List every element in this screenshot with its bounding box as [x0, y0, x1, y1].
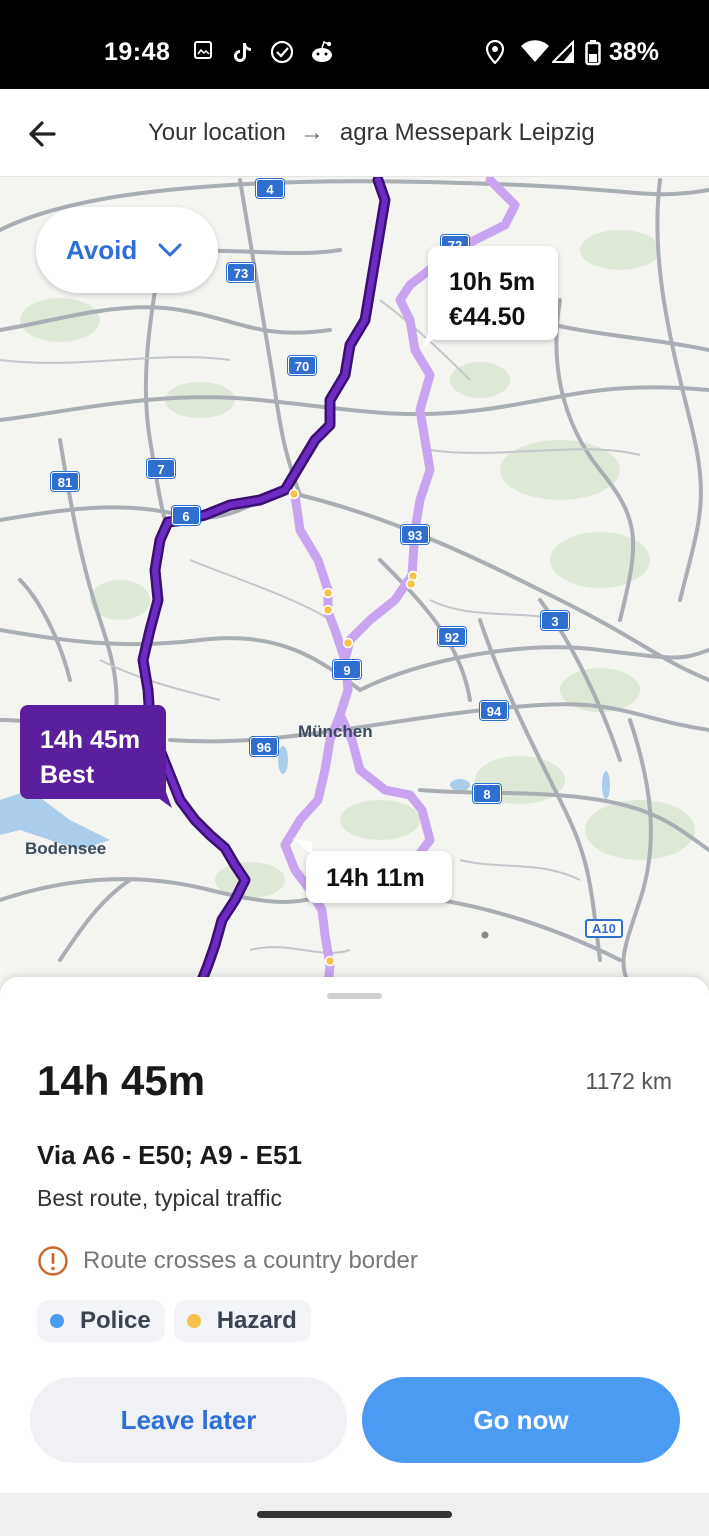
police-dot-icon	[50, 1314, 64, 1328]
route-header: Your location → agra Messepark Leipzig	[0, 89, 709, 177]
route-price: €44.50	[449, 303, 526, 331]
route-bubble-best[interactable]: 14h 45m Best	[20, 705, 166, 799]
warning-text: Route crosses a country border	[83, 1247, 418, 1274]
route-subtitle: Best route, typical traffic	[37, 1185, 283, 1211]
route-tag: Best	[40, 761, 95, 789]
avoid-label: Avoid	[66, 234, 138, 265]
road-shield: A10	[585, 919, 623, 938]
road-shield: 73	[227, 263, 255, 282]
route-time: 14h 45m	[40, 726, 141, 754]
status-time: 19:48	[104, 38, 171, 66]
gallery-icon	[194, 41, 212, 59]
chip-label: Hazard	[216, 1307, 297, 1334]
chevron-down-icon	[158, 243, 182, 257]
destination-label: agra Messepark Leipzig	[339, 119, 595, 146]
signal-icon	[552, 40, 574, 63]
warning-icon	[38, 1246, 68, 1276]
origin-label: Your location	[148, 119, 286, 146]
road-shield: 96	[250, 737, 278, 756]
route-via: Via A6 - E50; A9 - E51	[37, 1140, 302, 1170]
chip-hazard[interactable]: Hazard	[173, 1300, 311, 1342]
road-shield: 4	[256, 179, 284, 198]
check-circle-icon	[270, 40, 294, 64]
home-gesture-handle[interactable]	[257, 1511, 452, 1518]
tiktok-icon	[234, 43, 251, 62]
route-distance: 1172 km	[585, 1068, 672, 1094]
battery-icon	[585, 40, 601, 66]
route-bubble-alt-toll[interactable]: 10h 5m €44.50	[428, 246, 558, 340]
route-duration: 14h 45m	[37, 1057, 206, 1104]
route-bubble-alt[interactable]: 14h 11m	[306, 851, 452, 903]
route-details-sheet: 14h 45m 1172 km Via A6 - E50; A9 - E51 B…	[0, 977, 709, 1493]
road-shield: 7	[147, 459, 175, 478]
arrow-right-icon: →	[299, 119, 324, 146]
hazard-dot-icon	[186, 1314, 201, 1328]
road-shield: 8	[473, 784, 501, 803]
road-shield: 81	[51, 472, 79, 491]
bubble-pointer	[422, 333, 440, 349]
road-shield: 92	[438, 627, 466, 646]
road-shield: 3	[541, 611, 569, 630]
status-bar: 19:48 38%	[0, 0, 709, 89]
route-time: 14h 11m	[326, 864, 425, 892]
city-label: München	[298, 722, 373, 741]
road-shield: 94	[480, 701, 508, 720]
chip-police[interactable]: Police	[37, 1300, 165, 1342]
route-title[interactable]: Your location → agra Messepark Leipzig	[148, 119, 595, 147]
wifi-icon	[521, 40, 549, 62]
location-icon	[485, 40, 505, 64]
incident-chips: Police Hazard	[37, 1300, 311, 1342]
back-arrow-icon[interactable]	[22, 113, 64, 155]
lake-label: Bodensee	[25, 839, 107, 858]
go-now-button[interactable]: Go now	[362, 1377, 680, 1463]
reddit-icon	[312, 41, 332, 62]
road-shield: 70	[288, 356, 316, 375]
border-warning: Route crosses a country border	[37, 1245, 418, 1277]
system-nav-bar	[0, 1493, 709, 1536]
route-time: 10h 5m	[449, 268, 536, 296]
bubble-pointer	[150, 792, 172, 808]
sheet-drag-handle[interactable]	[327, 993, 382, 999]
chip-label: Police	[80, 1307, 151, 1334]
road-shield: 9	[333, 660, 361, 679]
road-shield: 93	[401, 525, 429, 544]
leave-later-button[interactable]: Leave later	[30, 1377, 347, 1463]
bubble-pointer	[292, 838, 312, 852]
avoid-button[interactable]: Avoid	[36, 207, 218, 293]
road-shield: 6	[172, 506, 200, 525]
battery-percent: 38%	[609, 38, 660, 66]
